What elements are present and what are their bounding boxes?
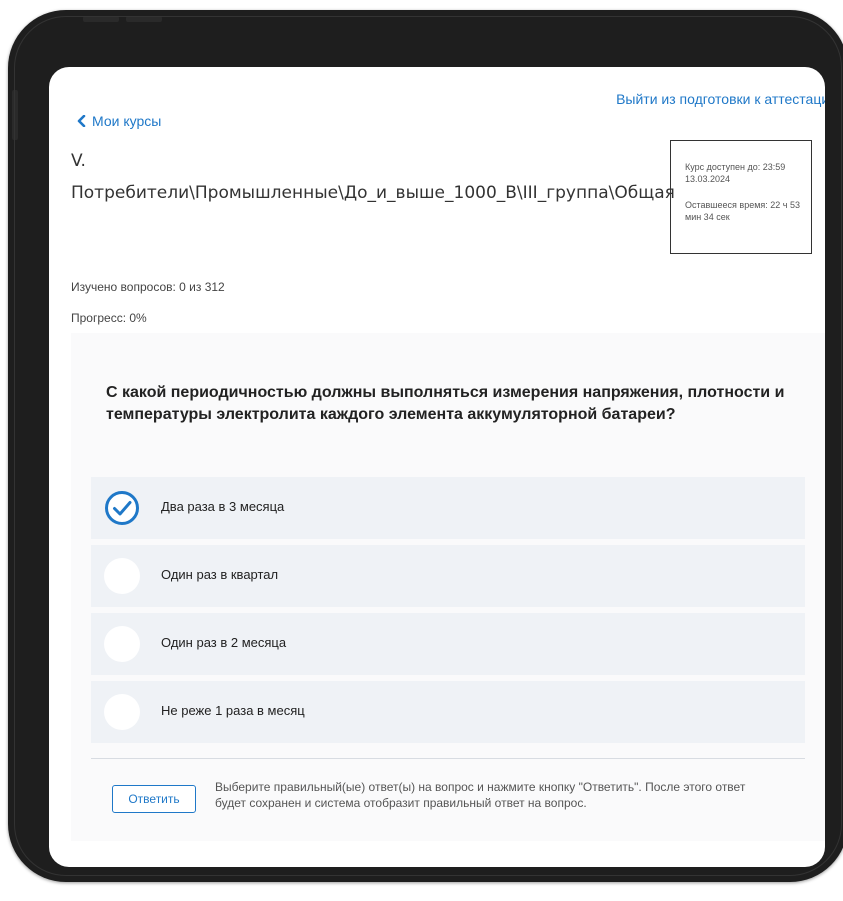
answer-option-label: Не реже 1 раза в месяц	[161, 703, 305, 718]
answer-option[interactable]: Один раз в 2 месяца	[91, 613, 805, 675]
screen: Выйти из подготовки к аттестации Мои кур…	[49, 67, 825, 867]
answer-option-label: Один раз в квартал	[161, 567, 279, 582]
answer-option[interactable]: Два раза в 3 месяца	[91, 477, 805, 539]
volume-button	[126, 16, 162, 22]
progress-text: Прогресс: 0%	[71, 311, 147, 325]
answer-hint: Выберите правильный(ые) ответ(ы) на вопр…	[215, 780, 746, 810]
answer-button[interactable]: Ответить	[112, 785, 196, 813]
course-title: V. Потребители\Промышленные\До_и_выше_10…	[71, 145, 675, 209]
chevron-left-icon	[77, 115, 86, 127]
check-circle-icon	[105, 491, 139, 525]
radio-circle[interactable]	[104, 558, 140, 594]
answer-options: Два раза в 3 месяца Один раз в квартал О…	[91, 477, 805, 749]
exit-preparation-link[interactable]: Выйти из подготовки к аттестации	[616, 91, 825, 107]
time-remaining: Оставшееся время: 22 ч 53 мин 34 сек	[685, 200, 800, 222]
course-title-line1: V.	[71, 151, 86, 171]
studied-count: Изучено вопросов: 0 из 312	[71, 280, 225, 294]
course-available-until: Курс доступен до: 23:59 13.03.2024	[685, 162, 786, 184]
divider	[91, 758, 805, 759]
my-courses-label: Мои курсы	[92, 113, 162, 129]
question-text: С какой периодичностью должны выполнятьс…	[106, 384, 785, 423]
radio-circle[interactable]	[104, 626, 140, 662]
tablet-frame: Выйти из подготовки к аттестации Мои кур…	[8, 10, 843, 882]
side-button	[12, 90, 18, 140]
course-title-line2: Потребители\Промышленные\До_и_выше_1000_…	[71, 183, 675, 203]
answer-option[interactable]: Один раз в квартал	[91, 545, 805, 607]
radio-circle[interactable]	[104, 694, 140, 730]
answer-option-label: Один раз в 2 месяца	[161, 635, 287, 650]
answer-option-label: Два раза в 3 месяца	[161, 499, 285, 514]
course-timer-box: Курс доступен до: 23:59 13.03.2024 Остав…	[670, 140, 812, 254]
volume-button	[83, 16, 119, 22]
my-courses-link[interactable]: Мои курсы	[76, 113, 161, 129]
answer-option[interactable]: Не реже 1 раза в месяц	[91, 681, 805, 743]
